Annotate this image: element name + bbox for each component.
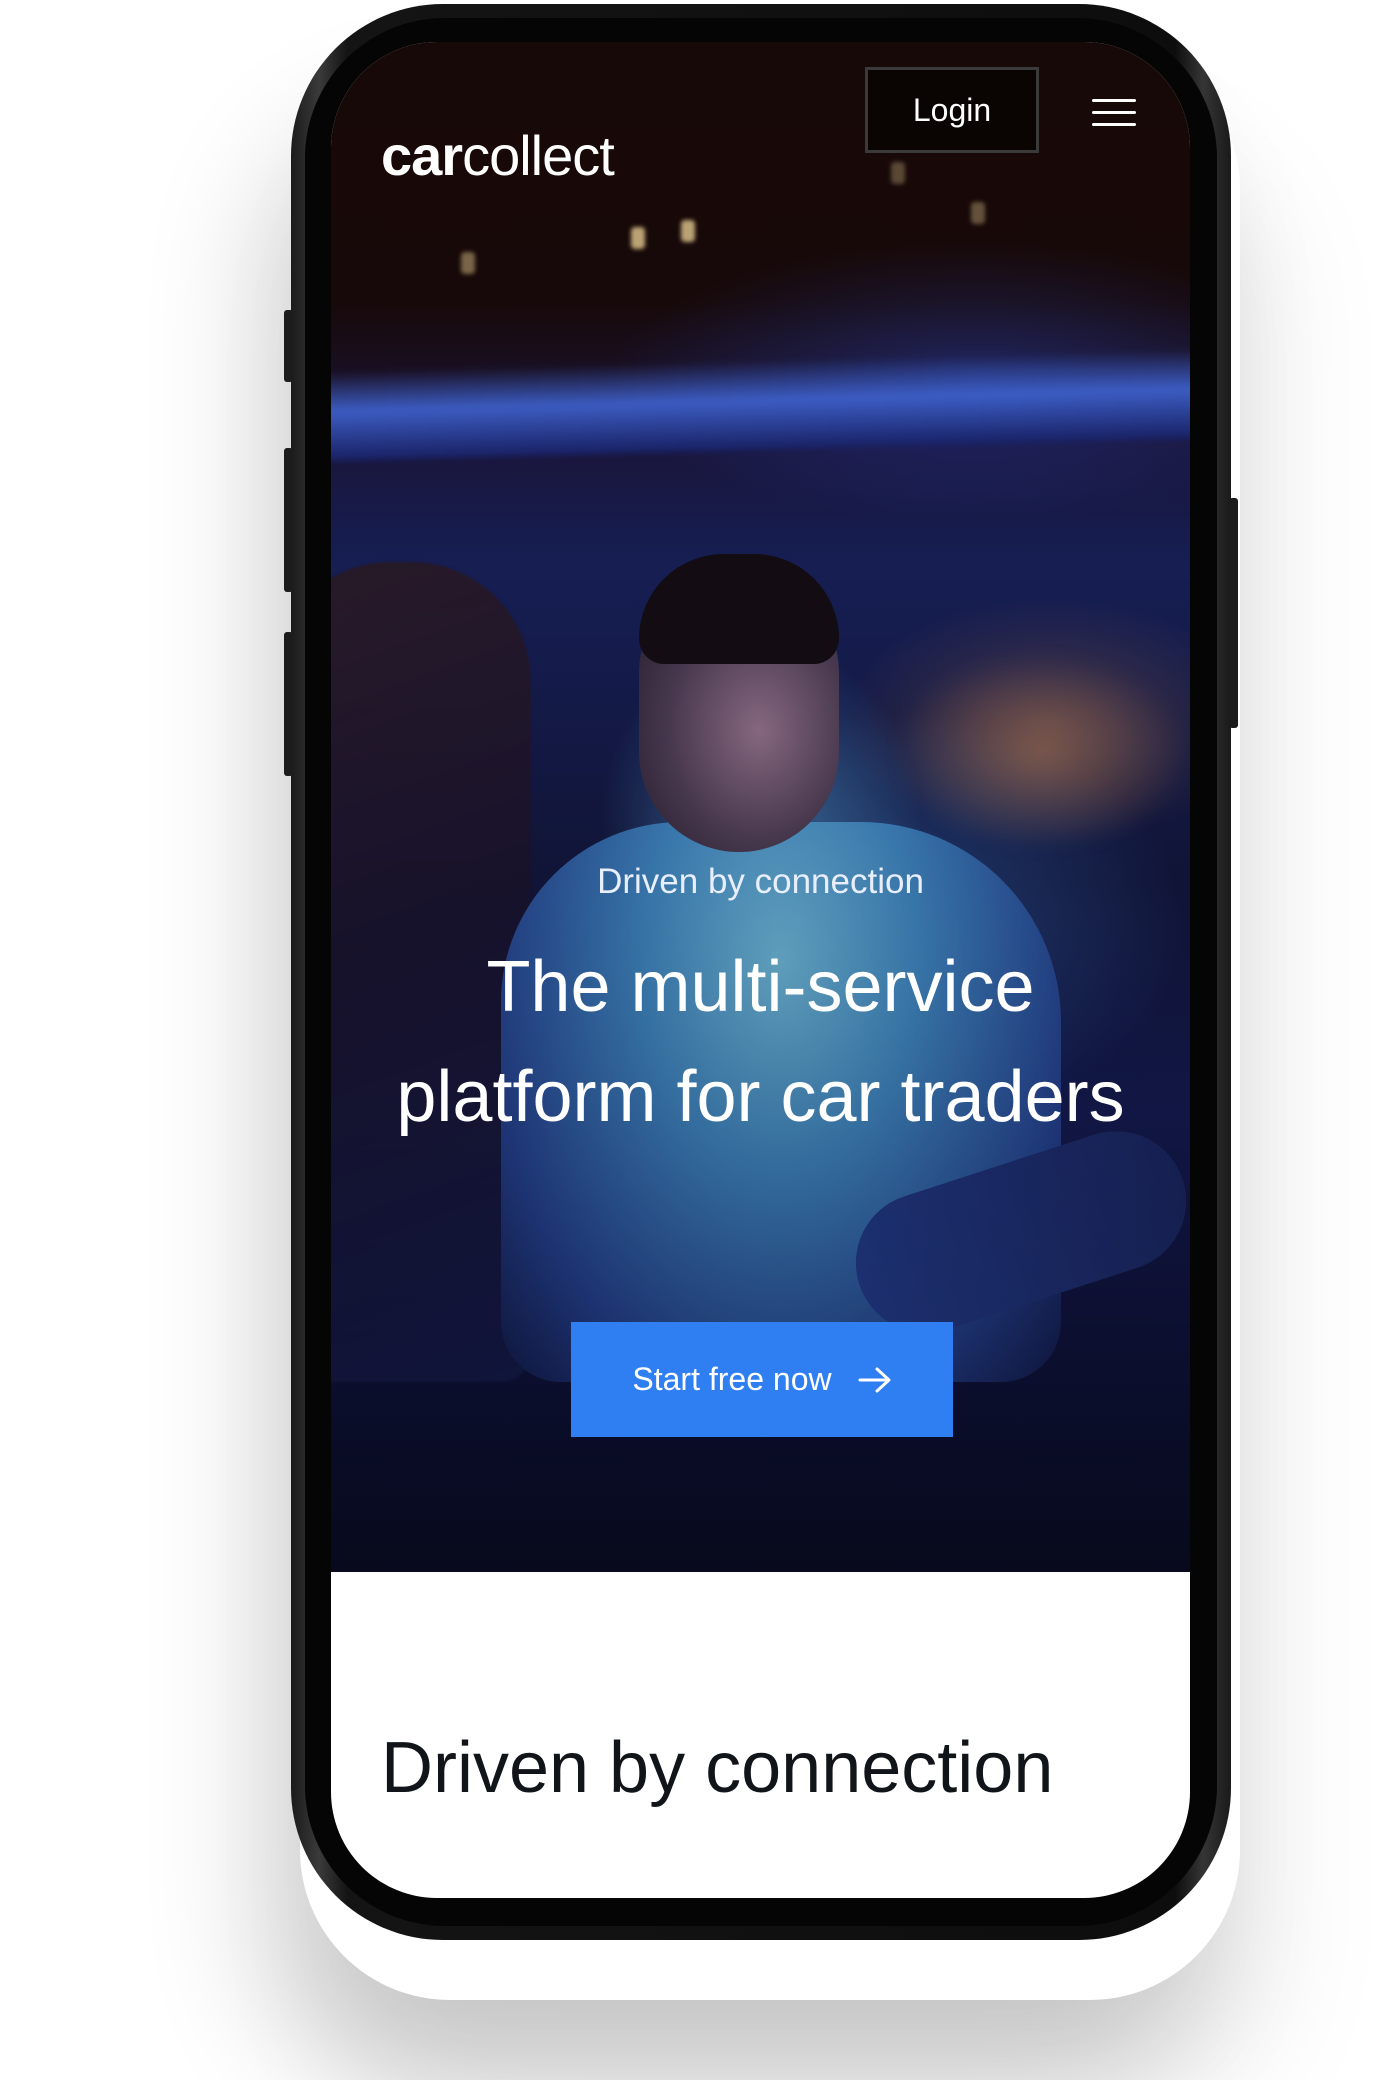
- hero-title: The multi-service platform for car trade…: [396, 947, 1125, 1137]
- hero-eyebrow: Driven by connection: [597, 862, 924, 901]
- menu-line: [1092, 99, 1136, 102]
- start-free-label: Start free now: [632, 1361, 832, 1397]
- brand-logo[interactable]: carcollect: [381, 128, 615, 184]
- hamburger-menu-icon[interactable]: [1092, 97, 1136, 129]
- brand-logo-bold: car: [381, 124, 463, 187]
- menu-line: [1092, 111, 1136, 114]
- brand-logo-light: collect: [462, 124, 615, 187]
- start-free-button[interactable]: Start free now: [571, 1322, 953, 1437]
- hero-section: carcollect Login Driven by connection Th…: [331, 42, 1190, 1572]
- menu-line: [1092, 123, 1136, 126]
- login-button[interactable]: Login: [865, 67, 1039, 153]
- phone-screen: carcollect Login Driven by connection Th…: [331, 42, 1190, 1898]
- arrow-right-icon: [858, 1367, 891, 1392]
- section-title: Driven by connection: [381, 1728, 1054, 1808]
